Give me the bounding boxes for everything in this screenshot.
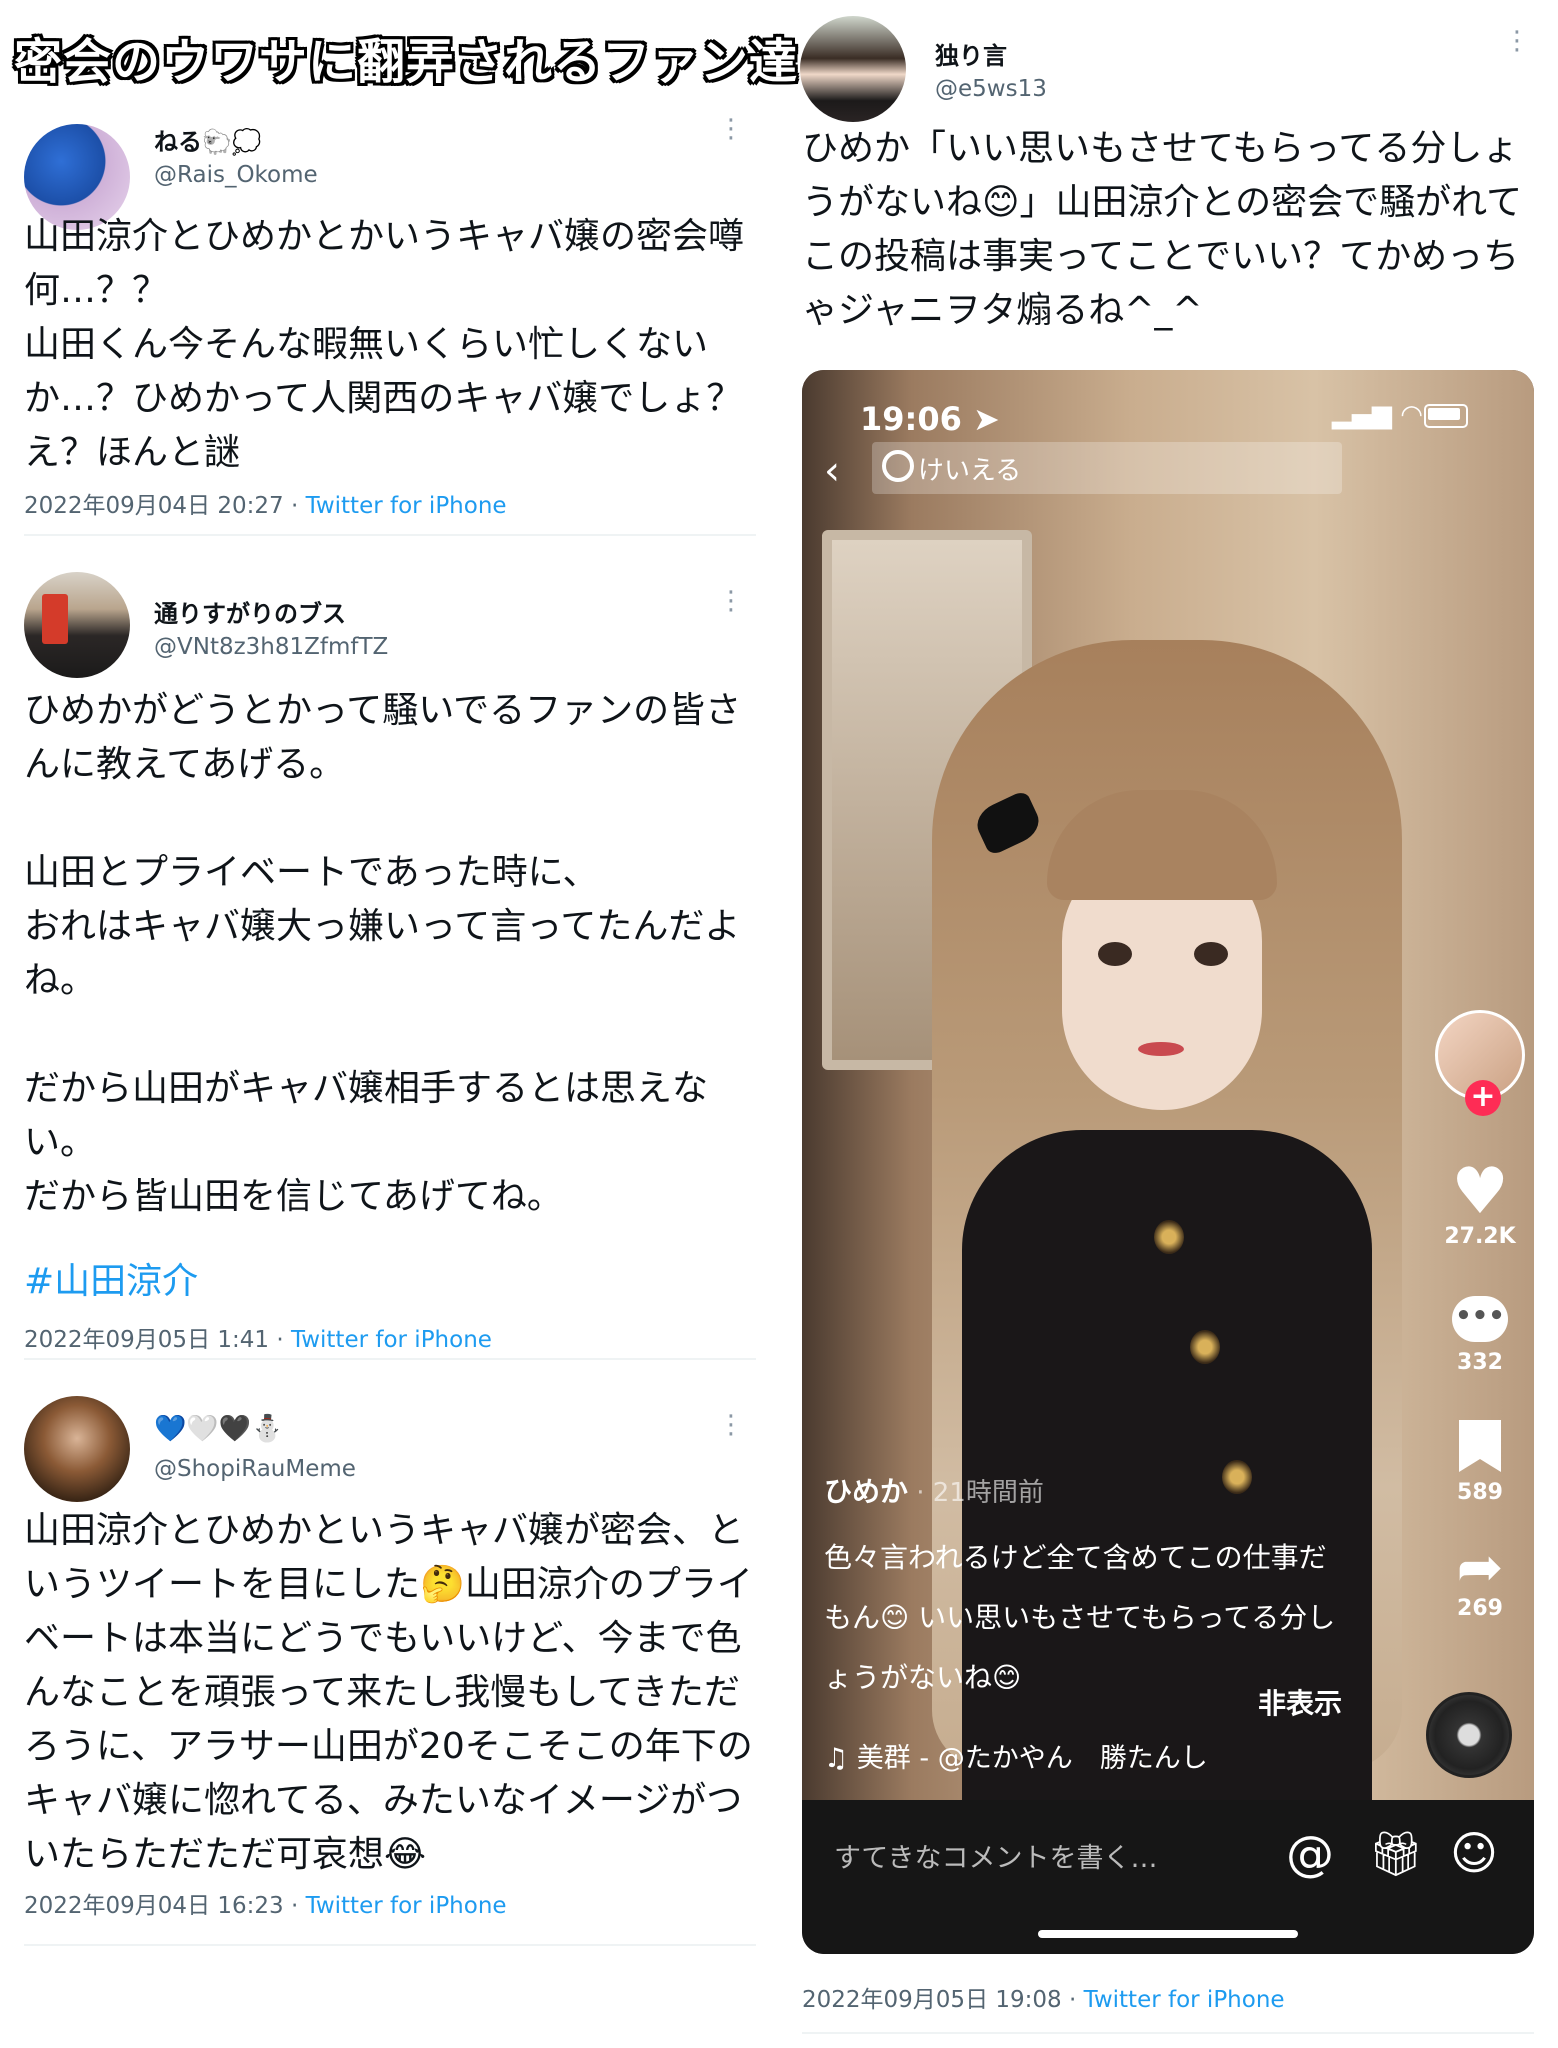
tweet-date: 2022年09月05日 19:08 · — [802, 1987, 1084, 2013]
hide-button[interactable]: 非表示 — [1258, 1682, 1342, 1722]
user-handle[interactable]: @Rais_Okome — [154, 162, 318, 188]
divider — [24, 1944, 756, 1946]
more-dots-icon[interactable]: ⋮ — [718, 116, 744, 142]
battery-icon — [1424, 404, 1468, 428]
tweet-meta: 2022年09月05日 19:08 · Twitter for iPhone — [802, 1980, 1285, 2014]
tweet-source-link[interactable]: Twitter for iPhone — [1084, 1987, 1285, 2013]
user-handle[interactable]: @e5ws13 — [935, 76, 1047, 102]
comment-input[interactable]: すてきなコメントを書く… — [834, 1836, 1157, 1875]
like-count: 27.2K — [1444, 1224, 1516, 1249]
avatar[interactable] — [24, 572, 130, 678]
divider — [802, 2032, 1534, 2034]
avatar-book-shape — [42, 594, 68, 644]
signal-wifi-icons: ▂▄▆ ◠ — [1332, 400, 1423, 430]
emoji-icon[interactable]: ☺ — [1450, 1826, 1498, 1880]
share-icon[interactable]: ➦ — [1430, 1540, 1530, 1596]
comment-icon[interactable]: ••• — [1452, 1296, 1508, 1342]
caption-user[interactable]: ひめか · 21時間前 — [824, 1470, 1044, 1510]
at-icon[interactable]: @ — [1286, 1826, 1334, 1882]
banner-title: 密会のウワサに翻弄されるファン達 — [14, 34, 799, 90]
search-icon — [882, 450, 914, 482]
signal-icon: ▂▄▆ — [1332, 400, 1392, 430]
dress-button — [1222, 1460, 1252, 1494]
like-button[interactable]: ♥ 27.2K — [1430, 1160, 1530, 1249]
music-disc-icon[interactable] — [1426, 1692, 1512, 1778]
divider — [24, 1358, 756, 1360]
user-handle[interactable]: @VNt8z3h81ZfmfTZ — [154, 634, 388, 660]
search-query[interactable]: けいえる — [918, 450, 1021, 487]
tweet-1[interactable]: ねる🐑💭 @Rais_Okome ⋮ 山田涼介とひめかとかいうキャバ嬢の密会噂 … — [24, 110, 756, 530]
home-indicator — [1038, 1930, 1298, 1938]
user-handle[interactable]: @ShopiRauMeme — [154, 1456, 356, 1482]
display-name[interactable]: 独り言 — [935, 36, 1007, 71]
bookmark-icon[interactable] — [1459, 1420, 1501, 1472]
tweet-text: 山田涼介とひめかというキャバ嬢が密会、と いうツイートを目にした🤔山田涼介のプラ… — [24, 1510, 753, 1875]
comment-button[interactable]: ••• 332 — [1430, 1296, 1530, 1375]
display-name[interactable]: 💙🤍🖤⛄ — [154, 1414, 284, 1444]
tweet-date: 2022年09月04日 16:23 · — [24, 1893, 306, 1919]
gift-icon[interactable]: 🎁︎ — [1368, 1828, 1424, 1880]
music-label[interactable]: ♫ 美群 - @たかやん 勝たんし — [824, 1736, 1208, 1775]
tiktok-screenshot: 19:06 ➤ ▂▄▆ ◠ ‹ けいえる + ♥ 27.2K ••• 332 5… — [802, 370, 1534, 1954]
tweet-meta: 2022年09月05日 1:41 · Twitter for iPhone — [24, 1320, 492, 1354]
status-time: 19:06 ➤ — [860, 400, 1000, 438]
tweet-text: ひめか「いい思いもさせてもらってる分しょ うがないね😊」山田涼介との密会で騒がれ… — [802, 128, 1523, 331]
tweet-text: ひめかがどうとかって騒いでるファンの皆さ んに教えてあげる。 山田とプライベート… — [24, 690, 742, 1217]
bookmark-count: 589 — [1457, 1480, 1503, 1505]
comment-bar: すてきなコメントを書く… @ 🎁︎ ☺ — [802, 1800, 1534, 1954]
more-dots-icon[interactable]: ⋮ — [718, 588, 744, 614]
bookmark-button[interactable]: 589 — [1430, 1420, 1530, 1505]
follow-plus-icon[interactable]: + — [1465, 1080, 1501, 1116]
tweet-3[interactable]: 💙🤍🖤⛄ @ShopiRauMeme ⋮ 山田涼介とひめかというキャバ嬢が密会、… — [24, 1396, 756, 1936]
tweet-text: 山田涼介とひめかとかいうキャバ嬢の密会噂 何…？？ 山田くん今そんな暇無いくらい… — [24, 216, 745, 473]
share-button[interactable]: ➦ 269 — [1430, 1540, 1530, 1622]
tweet-meta: 2022年09月04日 20:27 · Twitter for iPhone — [24, 486, 507, 520]
divider — [24, 534, 756, 536]
caption-text: 色々言われるけど全て含めてこの仕事だ もん😊 いい思いもさせてもらってる分し ょ… — [824, 1541, 1336, 1694]
tweet-2[interactable]: 通りすがりのブス @VNt8z3h81ZfmfTZ ⋮ ひめかがどうとかって騒い… — [24, 572, 756, 1354]
heart-icon[interactable]: ♥ — [1430, 1160, 1530, 1224]
tweet-date: 2022年09月04日 20:27 · — [24, 493, 306, 519]
comment-count: 332 — [1457, 1350, 1503, 1375]
caption-time: · 21時間前 — [908, 1478, 1044, 1508]
back-chevron-icon[interactable]: ‹ — [824, 448, 840, 494]
avatar[interactable] — [800, 16, 906, 122]
hashtag-link[interactable]: #山田涼介 — [24, 1252, 198, 1304]
creator-avatar-button[interactable]: + — [1430, 1010, 1530, 1116]
tweet-source-link[interactable]: Twitter for iPhone — [306, 493, 507, 519]
avatar[interactable] — [24, 1396, 130, 1502]
tweet-source-link[interactable]: Twitter for iPhone — [291, 1327, 492, 1353]
lips-shape — [1138, 1042, 1184, 1056]
eye-shape — [1194, 942, 1228, 966]
share-count: 269 — [1457, 1596, 1503, 1621]
more-dots-icon[interactable]: ⋮ — [1504, 28, 1530, 54]
tweet-source-link[interactable]: Twitter for iPhone — [306, 1893, 507, 1919]
display-name[interactable]: 通りすがりのブス — [154, 594, 346, 629]
tweet-meta: 2022年09月04日 16:23 · Twitter for iPhone — [24, 1886, 507, 1920]
dress-button — [1190, 1330, 1220, 1364]
dress-button — [1154, 1220, 1184, 1254]
tweet-date: 2022年09月05日 1:41 · — [24, 1327, 291, 1353]
eye-shape — [1098, 942, 1132, 966]
wifi-icon: ◠ — [1400, 400, 1423, 430]
more-dots-icon[interactable]: ⋮ — [718, 1412, 744, 1438]
display-name[interactable]: ねる🐑💭 — [154, 122, 262, 157]
